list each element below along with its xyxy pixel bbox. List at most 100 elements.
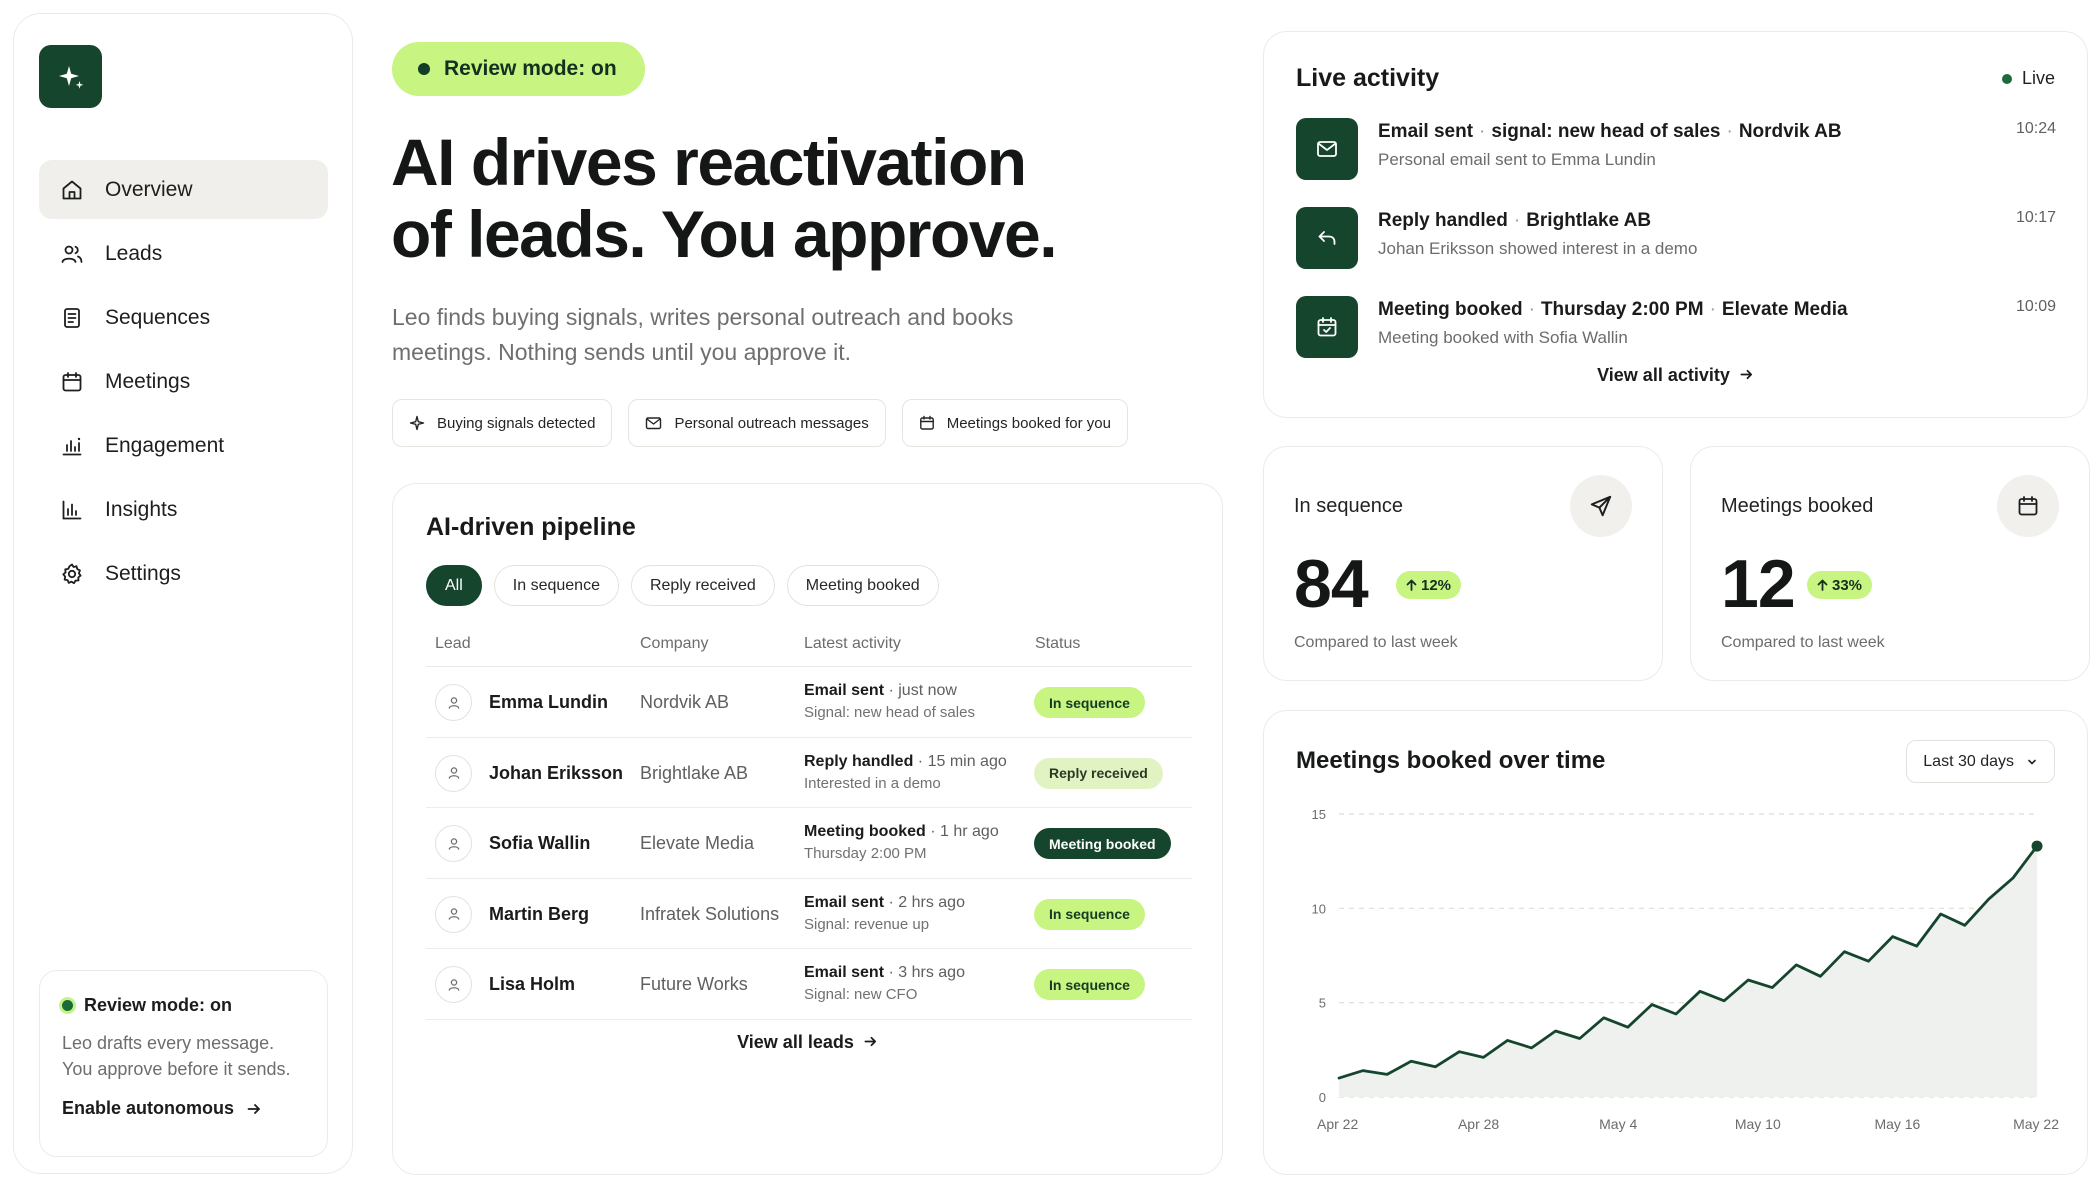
chip-buying-signals: Buying signals detected [392, 399, 613, 447]
user-icon [448, 767, 459, 779]
avatar [435, 825, 472, 862]
review-mode-pill-text: Review mode: on [444, 57, 617, 80]
table-row[interactable]: Emma Lundin Nordvik AB Email sent · just… [426, 667, 1192, 738]
review-mode-title: Review mode: on [62, 995, 305, 1016]
activity-time: 2 hrs ago [898, 893, 965, 911]
arrow-right-icon [864, 1036, 876, 1047]
tab-all[interactable]: All [426, 565, 482, 606]
chip-personal-outreach: Personal outreach messages [628, 399, 886, 447]
table-row[interactable]: Sofia Wallin Elevate Media Meeting booke… [426, 808, 1192, 879]
activity-item[interactable]: Meeting booked · Thursday 2:00 PM · Elevate … [1296, 296, 2056, 358]
lead-name[interactable]: Sofia Wallin [489, 833, 590, 854]
view-all-leads-label: View all leads [737, 1032, 854, 1052]
nav-item-insights[interactable]: Insights [39, 480, 328, 539]
nav-item-engagement[interactable]: Engagement [39, 416, 328, 475]
activity-detail: Signal: new head of sales [804, 704, 975, 721]
company-name: Infratek Solutions [640, 903, 780, 924]
nav-label-sequences: Sequences [105, 305, 211, 329]
activity-detail: Signal: revenue up [804, 915, 930, 933]
engagement-chart-icon [59, 433, 85, 459]
activity-title-part: Reply handled [1378, 210, 1508, 231]
lead-name[interactable]: Johan Eriksson [489, 763, 623, 784]
status-badge: Reply received [1034, 757, 1163, 789]
activity-item[interactable]: Reply handled · Brightlake AB Johan Erikss… [1296, 207, 2056, 269]
stat-comparison: Compared to last week [1721, 634, 1885, 651]
tab-in-sequence[interactable]: In sequence [493, 565, 619, 606]
activity-description: Johan Eriksson showed interest in a demo [1378, 239, 1698, 258]
tab-reply-received[interactable]: Reply received [630, 565, 775, 606]
latest-activity: Reply handled · 15 min ago Interested in… [804, 751, 1007, 795]
activity-title-part: Email sent [1378, 121, 1474, 142]
view-all-leads-link[interactable]: View all leads [393, 1032, 1222, 1053]
headline-line-2: of leads. You approve. [391, 197, 1058, 271]
view-all-activity-link[interactable]: View all activity [1264, 365, 2087, 386]
pipeline-filter-tabs: All In sequence Reply received Meeting b… [426, 565, 939, 606]
column-header-lead: Lead [435, 635, 471, 652]
status-badge: In sequence [1034, 898, 1145, 930]
activity-title: Meeting booked · Thursday 2:00 PM · Elevate … [1378, 299, 1848, 320]
lead-name[interactable]: Martin Berg [489, 904, 589, 925]
user-icon [448, 696, 459, 709]
activity-time: 15 min ago [927, 752, 1007, 770]
mail-icon [645, 415, 662, 431]
review-mode-pill: Review mode: on [392, 42, 645, 96]
app-logo[interactable] [39, 45, 102, 108]
user-icon [448, 908, 459, 920]
lead-name[interactable]: Lisa Holm [489, 974, 575, 995]
arrow-up-icon [1817, 579, 1828, 591]
avatar [435, 684, 472, 721]
activity-type: Reply handled [804, 752, 914, 770]
activity-description: Meeting booked with Sofia Wallin [1378, 328, 1628, 347]
y-tick-label: 0 [1319, 1090, 1326, 1105]
chip-label: Personal outreach messages [674, 414, 869, 432]
bar-chart-icon [59, 497, 85, 523]
stat-card-meetings-booked: Meetings booked 12 33% Compared to last … [1690, 446, 2090, 681]
stat-comparison: Compared to last week [1294, 634, 1458, 651]
activity-time: 10:17 [2015, 209, 2056, 226]
nav-label-meetings: Meetings [105, 369, 191, 393]
feature-chips: Buying signals detected Personal outreac… [392, 399, 1128, 447]
activity-item[interactable]: Email sent · signal: new head of sales · Nor… [1296, 118, 2056, 180]
chip-label: Buying signals detected [437, 414, 596, 432]
activity-title-part: Meeting booked [1378, 299, 1523, 320]
nav-item-overview[interactable]: Overview [39, 160, 328, 219]
sparkle-icon [58, 65, 83, 89]
avatar [435, 754, 472, 792]
tab-meeting-booked[interactable]: Meeting booked [786, 565, 939, 606]
latest-activity: Email sent · just now Signal: new head o… [804, 680, 975, 724]
enable-autonomous-link[interactable]: Enable autonomous [62, 1098, 305, 1119]
x-tick-label: May 4 [1599, 1116, 1637, 1132]
calendar-check-icon [1296, 296, 1358, 358]
x-tick-label: Apr 28 [1458, 1116, 1499, 1132]
activity-type: Email sent [804, 964, 885, 981]
lead-name[interactable]: Emma Lundin [489, 692, 608, 713]
x-tick-label: May 16 [1874, 1116, 1920, 1132]
activity-time: 10:09 [2015, 298, 2056, 315]
live-activity-card: Live activity Live Email sent · signal: ne… [1263, 31, 2088, 418]
enable-autonomous-label: Enable autonomous [62, 1098, 235, 1118]
nav-label-overview: Overview [105, 177, 193, 201]
table-row[interactable]: Martin Berg Infratek Solutions Email sen… [426, 879, 1192, 949]
company-name: Nordvik AB [640, 692, 730, 712]
table-row[interactable]: Lisa Holm Future Works Email sent · 3 hr… [426, 949, 1192, 1020]
user-icon [448, 978, 459, 991]
x-tick-label: May 10 [1735, 1116, 1781, 1132]
activity-time: 1 hr ago [940, 823, 999, 840]
nav-item-settings[interactable]: Settings [39, 544, 328, 603]
table-row[interactable]: Johan Eriksson Brightlake AB Reply handl… [426, 738, 1192, 808]
activity-title-part: Elevate Media [1721, 299, 1848, 320]
headline-line-1: AI drives reactivation [391, 125, 1027, 199]
avatar [435, 895, 472, 933]
x-tick-label: Apr 22 [1317, 1116, 1358, 1132]
nav-item-meetings[interactable]: Meetings [39, 352, 328, 411]
status-badge: In sequence [1034, 687, 1145, 718]
calendar-icon [1997, 475, 2059, 537]
live-label: Live [2021, 68, 2055, 88]
arrow-right-icon [1740, 369, 1752, 380]
status-dot [418, 63, 430, 75]
arrow-right-icon [247, 1103, 260, 1114]
nav-item-sequences[interactable]: Sequences [39, 288, 328, 347]
nav-item-leads[interactable]: Leads [39, 224, 328, 283]
pipeline-title: AI-driven pipeline [426, 513, 636, 541]
meetings-chart-card: Meetings booked over time Last 30 days 0… [1263, 710, 2088, 1175]
